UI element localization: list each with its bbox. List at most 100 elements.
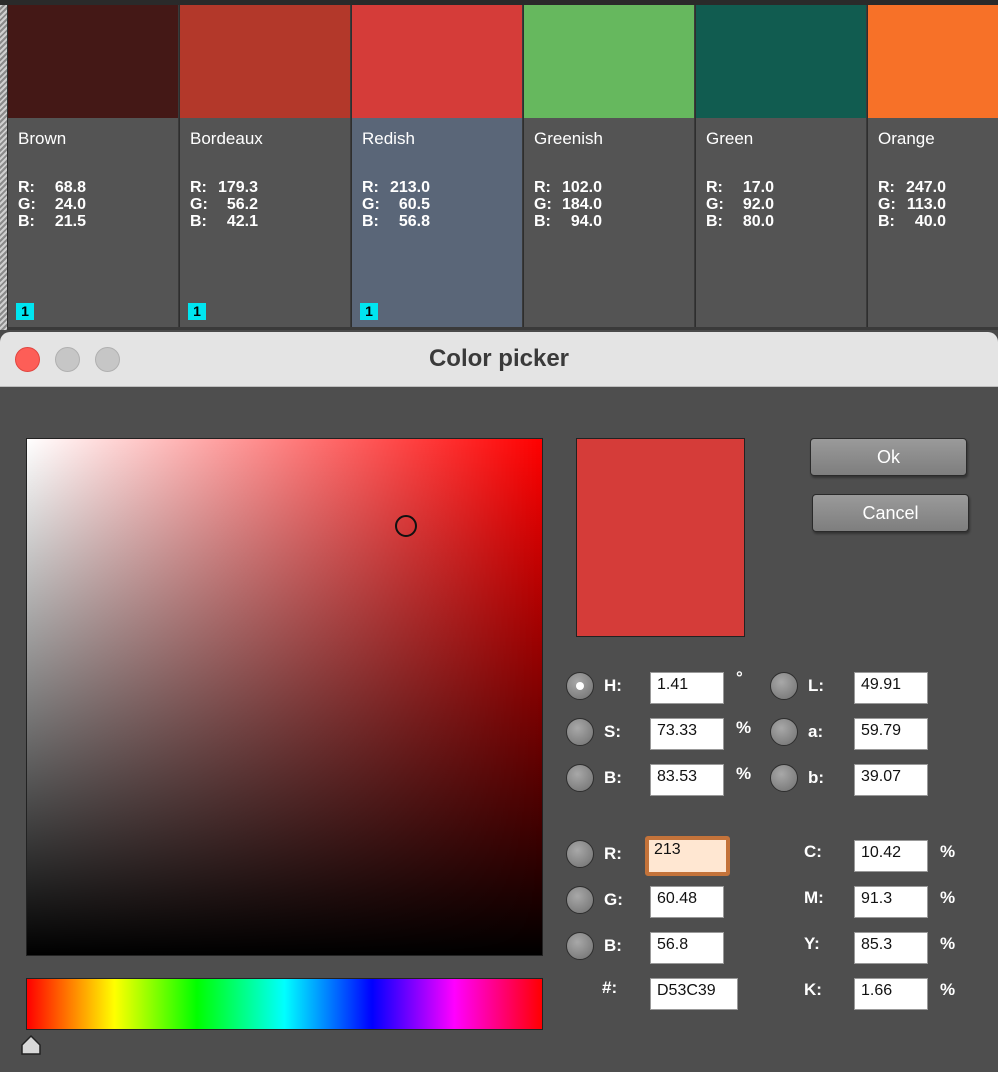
- swatch-rgb-values: R: 102.0 G: 184.0 B: 94.0: [534, 179, 602, 230]
- k-field[interactable]: 1.66: [854, 978, 928, 1010]
- r-label: R:: [604, 844, 622, 863]
- b-mode-radio[interactable]: [566, 932, 594, 960]
- hue-strip[interactable]: [26, 978, 543, 1030]
- b-value: 80.0: [742, 213, 774, 230]
- swatch-color-block: [180, 5, 350, 118]
- saturation-brightness-field[interactable]: [26, 438, 543, 956]
- b-value: 94.0: [570, 213, 602, 230]
- r-value: 213.0: [389, 179, 430, 196]
- swatch-rgb-values: R: 247.0 G: 113.0 B: 40.0: [878, 179, 946, 230]
- swatch-orange[interactable]: Orange R: 247.0 G: 113.0 B: 40.0: [867, 5, 998, 327]
- swatch-strip: Brown R: 68.8 G: 24.0 B: 21.5 1 Bordeaux R:…: [0, 0, 998, 330]
- g-field[interactable]: 60.48: [650, 886, 724, 918]
- rgb-label: R:: [878, 179, 895, 196]
- b-value: 42.1: [226, 213, 258, 230]
- color-picker-dialog: Color picker Ok Cancel H: 1.41 ° S: 73.3…: [0, 332, 998, 1072]
- color-selector-marker[interactable]: [395, 515, 417, 537]
- g-value: 92.0: [742, 196, 774, 213]
- rgb-label: G:: [18, 196, 36, 213]
- brightness-field[interactable]: 83.53: [650, 764, 724, 796]
- rgb-label: R:: [18, 179, 35, 196]
- swatch-greenish[interactable]: Greenish R: 102.0 G: 184.0 B: 94.0: [523, 5, 694, 327]
- swatch-green[interactable]: Green R: 17.0 G: 92.0 B: 80.0: [695, 5, 866, 327]
- s-label: S:: [604, 722, 621, 741]
- r-field[interactable]: 213: [645, 836, 730, 876]
- l-field[interactable]: 49.91: [854, 672, 928, 704]
- l-label: L:: [808, 676, 825, 695]
- lab-b-field[interactable]: 39.07: [854, 764, 928, 796]
- r-mode-radio[interactable]: [566, 840, 594, 868]
- rgb-label: B:: [190, 213, 207, 230]
- r-value: 179.3: [217, 179, 258, 196]
- swatch-name: Green: [706, 129, 754, 148]
- y-label: Y:: [804, 934, 820, 953]
- swatch-bordeaux[interactable]: Bordeaux R: 179.3 G: 56.2 B: 42.1 1: [179, 5, 350, 327]
- title-bar[interactable]: Color picker: [0, 332, 998, 387]
- cancel-button[interactable]: Cancel: [812, 494, 969, 532]
- b-value: 40.0: [914, 213, 946, 230]
- percent-unit: %: [736, 718, 752, 737]
- g-value: 24.0: [54, 196, 86, 213]
- rgb-label: G:: [878, 196, 896, 213]
- percent-unit: %: [940, 888, 956, 907]
- ok-button[interactable]: Ok: [810, 438, 967, 476]
- r-value: 68.8: [54, 179, 86, 196]
- swatch-brown[interactable]: Brown R: 68.8 G: 24.0 B: 21.5 1: [7, 5, 178, 327]
- rgb-label: B:: [534, 213, 551, 230]
- y-field[interactable]: 85.3: [854, 932, 928, 964]
- g-value: 113.0: [906, 196, 946, 213]
- b-value: 21.5: [54, 213, 86, 230]
- g-value: 56.2: [226, 196, 258, 213]
- rgb-label: G:: [362, 196, 380, 213]
- percent-unit: %: [736, 764, 752, 783]
- h-mode-radio[interactable]: [566, 672, 594, 700]
- rgb-label: B:: [18, 213, 35, 230]
- a-field[interactable]: 59.79: [854, 718, 928, 750]
- g-label: G:: [604, 890, 623, 909]
- percent-unit: %: [940, 980, 956, 999]
- c-label: C:: [804, 842, 822, 861]
- degree-unit: °: [736, 668, 743, 687]
- r-value: 247.0: [905, 179, 946, 196]
- swatch-rgb-values: R: 68.8 G: 24.0 B: 21.5: [18, 179, 86, 230]
- s-mode-radio[interactable]: [566, 718, 594, 746]
- a-mode-radio[interactable]: [770, 718, 798, 746]
- percent-unit: %: [940, 842, 956, 861]
- rgb-label: G:: [706, 196, 724, 213]
- swatch-color-block: [8, 5, 178, 118]
- rgb-label: R:: [190, 179, 207, 196]
- a-label: a:: [808, 722, 824, 741]
- rgb-label: R:: [706, 179, 723, 196]
- swatch-name: Redish: [362, 129, 415, 148]
- swatch-redish[interactable]: Redish R: 213.0 G: 60.5 B: 56.8 1: [351, 5, 522, 327]
- brightness-label: B:: [604, 768, 622, 787]
- rgb-label: B:: [878, 213, 895, 230]
- b-label: B:: [604, 936, 622, 955]
- rgb-label: G:: [190, 196, 208, 213]
- h-field[interactable]: 1.41: [650, 672, 724, 704]
- strip-left-edge: [0, 5, 7, 330]
- rgb-label: B:: [706, 213, 723, 230]
- b-value: 56.8: [398, 213, 430, 230]
- hue-slider-handle-icon[interactable]: [20, 1034, 42, 1056]
- l-mode-radio[interactable]: [770, 672, 798, 700]
- brightness-mode-radio[interactable]: [566, 764, 594, 792]
- hex-field[interactable]: D53C39: [650, 978, 738, 1010]
- k-label: K:: [804, 980, 822, 999]
- swatch-color-block: [524, 5, 694, 118]
- c-field[interactable]: 10.42: [854, 840, 928, 872]
- percent-unit: %: [940, 934, 956, 953]
- g-mode-radio[interactable]: [566, 886, 594, 914]
- hex-label: #:: [602, 978, 618, 997]
- dialog-title: Color picker: [428, 345, 570, 372]
- s-field[interactable]: 73.33: [650, 718, 724, 750]
- swatch-rgb-values: R: 17.0 G: 92.0 B: 80.0: [706, 179, 774, 230]
- b-field[interactable]: 56.8: [650, 932, 724, 964]
- rgb-label: B:: [362, 213, 379, 230]
- lab-b-label: b:: [808, 768, 825, 787]
- h-label: H:: [604, 676, 622, 695]
- g-value: 184.0: [561, 196, 602, 213]
- lab-b-mode-radio[interactable]: [770, 764, 798, 792]
- m-field[interactable]: 91.3: [854, 886, 928, 918]
- swatch-rgb-values: R: 213.0 G: 60.5 B: 56.8: [362, 179, 430, 230]
